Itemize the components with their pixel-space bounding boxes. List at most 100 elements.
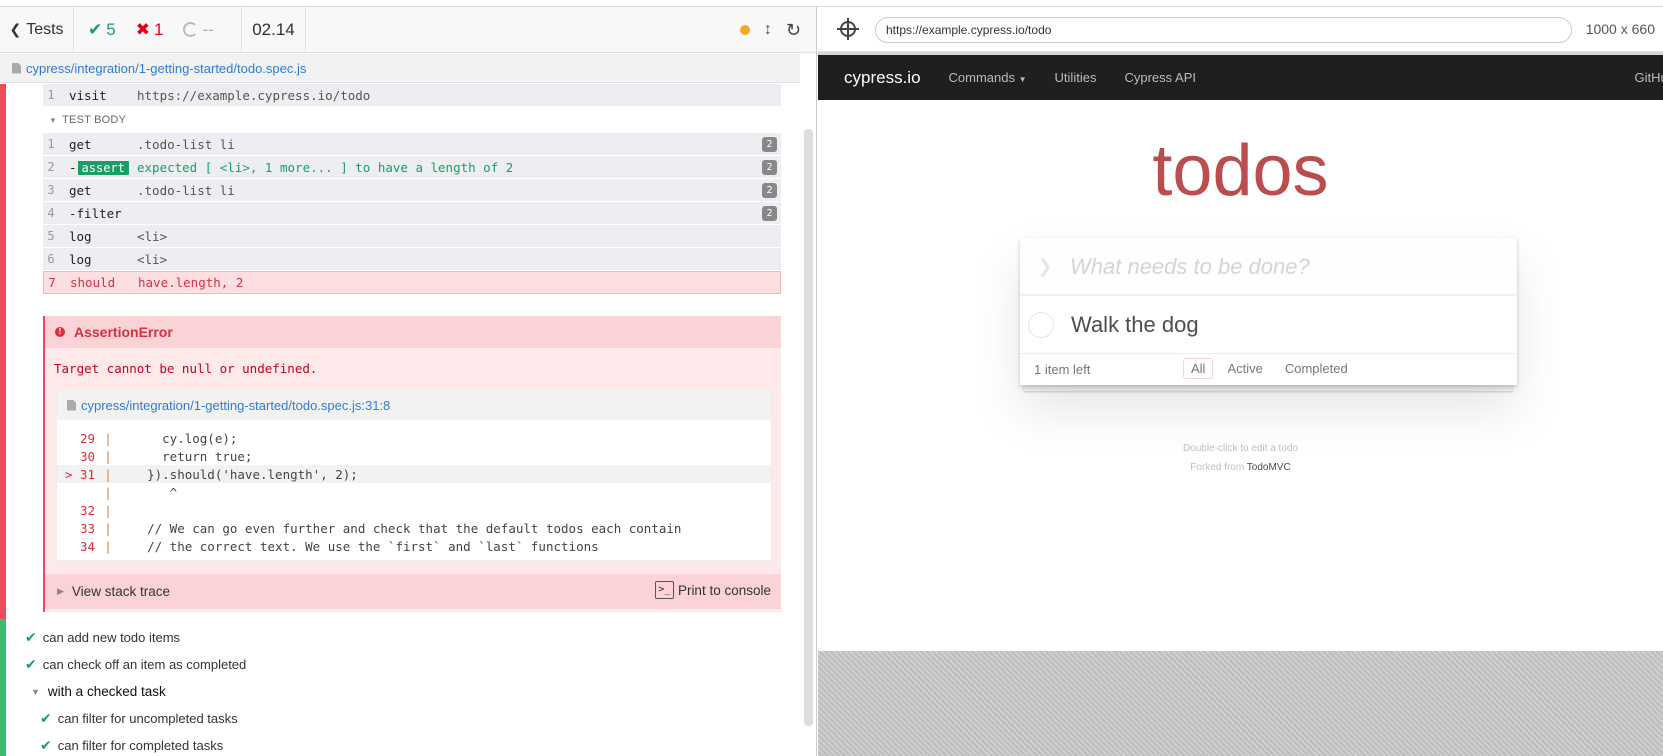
code-line: 33 | // We can go even further and check … [57, 519, 771, 537]
filter-active[interactable]: Active [1219, 358, 1270, 379]
code-text: }).should('have.length', 2); [117, 466, 358, 482]
pending-count: -- [202, 19, 214, 39]
url-field[interactable]: https://example.cypress.io/todo [875, 17, 1572, 43]
file-icon [12, 62, 21, 74]
passed-count: 5 [106, 19, 116, 39]
test-stats: ✔ 5 ✖ 1 -- [74, 7, 242, 53]
command-message: .todo-list li [137, 182, 235, 198]
reporter-scrollbar[interactable] [804, 129, 813, 726]
test-title: can filter for uncompleted tasks [57, 711, 238, 726]
test-title: can check off an item as completed [42, 657, 247, 672]
todos-heading: todos [1152, 131, 1329, 211]
duration: 02.14 [242, 7, 306, 53]
print-to-console-label: Print to console [677, 582, 771, 598]
nav-cypress-api[interactable]: Cypress API [1124, 70, 1196, 85]
test-item[interactable]: ✔ can add new todo items [25, 624, 785, 651]
nav-github[interactable]: GitHub [1635, 70, 1663, 85]
command-row[interactable]: 6 log <li> [43, 248, 781, 271]
nav-commands-label: Commands [948, 70, 1015, 85]
failed-test-stripe [0, 84, 6, 619]
failed-stat: ✖ 1 [136, 20, 164, 40]
code-text: cy.log(e); [117, 430, 238, 446]
suite-heading[interactable]: ▼ with a checked task [25, 678, 785, 705]
command-name: log [69, 228, 92, 244]
code-line: 34 | // the correct text. We use the `fir… [57, 537, 771, 555]
terminal-icon: >_ [654, 581, 674, 599]
failed-count: 1 [153, 19, 164, 39]
test-title: can filter for completed tasks [57, 738, 224, 753]
new-todo-input[interactable]: What needs to be done? [1070, 254, 1310, 280]
error-title-text: AssertionError [74, 324, 173, 340]
command-message: https://example.cypress.io/todo [137, 87, 371, 103]
code-line: 30 | return true; [57, 447, 771, 465]
gutter-pipe: | [104, 448, 112, 464]
app-under-test: cypress.io Commands ▼ Utilities Cypress … [818, 55, 1663, 651]
command-row-failed[interactable]: 7 should have.length, 2 [43, 271, 781, 294]
caret-down-icon: ▼ [31, 686, 40, 697]
running-indicator-icon [739, 25, 750, 35]
tests-button[interactable]: ❮ Tests [0, 7, 74, 53]
command-row[interactable]: 1 get .todo-list li 2 [43, 133, 781, 156]
test-item[interactable]: ✔ can filter for completed tasks [25, 732, 785, 756]
check-icon: ✔ [40, 710, 52, 726]
command-number: 4 [47, 206, 55, 220]
command-message: have.length, 2 [138, 275, 244, 290]
gutter-pipe: | [104, 430, 112, 446]
caret-right-icon: ▶ [57, 586, 64, 596]
spec-link[interactable]: cypress/integration/1-getting-started/to… [26, 61, 306, 76]
error-message: Target cannot be null or undefined. [54, 361, 318, 376]
selector-playground-icon[interactable] [837, 18, 859, 40]
auto-scroll-toggle-icon[interactable]: ↕ [764, 21, 772, 39]
todo-toggle-checkbox[interactable] [1028, 311, 1054, 338]
code-text: // the correct text. We use the `first` … [117, 538, 599, 554]
test-item[interactable]: ✔ can filter for uncompleted tasks [25, 705, 785, 732]
filter-completed[interactable]: Completed [1277, 358, 1356, 379]
todo-footer: 1 item left All Active Completed [1020, 354, 1517, 385]
line-number: 33 [79, 520, 95, 536]
reporter-header: ❮ Tests ✔ 5 ✖ 1 -- 02.14 ↕ ↻ [0, 7, 816, 53]
test-item[interactable]: ✔ can check off an item as completed [25, 651, 785, 678]
stack-trace-bar: ▶ View stack trace >_ Print to console [45, 574, 781, 609]
command-row[interactable]: 5 log <li> [43, 225, 781, 248]
todomvc-link[interactable]: TodoMVC [1247, 462, 1291, 473]
rerun-icon[interactable]: ↻ [786, 20, 801, 41]
command-row[interactable]: 1 visit https://example.cypress.io/todo [43, 84, 781, 107]
code-text: // We can go even further and check that… [117, 520, 682, 536]
print-to-console-button[interactable]: >_ Print to console [654, 581, 771, 599]
app-info: Double-click to edit a todo Forked from … [818, 439, 1663, 477]
browser-url-bar: https://example.cypress.io/todo 1000 x 6… [818, 7, 1663, 52]
reporter-pane: ❮ Tests ✔ 5 ✖ 1 -- 02.14 ↕ ↻ cypress/integ… [0, 7, 817, 756]
info-forked-text: Forked from [1190, 462, 1245, 473]
code-lines: 29 | cy.log(e); 30 | return true; > 31 | }).s… [57, 420, 771, 555]
code-frame-file-link[interactable]: cypress/integration/1-getting-started/to… [81, 398, 390, 413]
command-row[interactable]: 4 -filter 2 [43, 202, 781, 225]
spec-path-bar: cypress/integration/1-getting-started/to… [0, 54, 800, 83]
brand-link[interactable]: cypress.io [844, 68, 921, 88]
command-row[interactable]: 3 get .todo-list li 2 [43, 179, 781, 202]
test-body-label: TEST BODY [62, 114, 127, 126]
todo-item[interactable]: Walk the dog [1020, 296, 1517, 354]
command-dash: - [69, 159, 77, 175]
gutter-pipe: | [104, 538, 112, 554]
command-row-assert[interactable]: 2 - assert expected [ <li>, 1 more... ] t… [43, 156, 781, 179]
test-body-heading[interactable]: ▼ TEST BODY [43, 107, 781, 133]
command-name: get [69, 136, 92, 152]
check-icon: ✔ [40, 737, 52, 753]
toggle-all-chevron-icon[interactable]: ❯ [1020, 256, 1070, 277]
todo-label: Walk the dog [1071, 311, 1199, 337]
line-number: 32 [79, 502, 95, 518]
element-count-badge: 2 [762, 183, 777, 198]
command-number: 1 [47, 88, 55, 102]
nav-commands[interactable]: Commands ▼ [949, 70, 1027, 85]
line-number: > 31 [64, 466, 95, 482]
error-panel: ! AssertionError Target cannot be null o… [43, 316, 781, 612]
command-message: expected [ <li>, 1 more... ] to have a l… [137, 159, 514, 175]
file-icon [67, 399, 76, 411]
element-count-badge: 2 [762, 160, 777, 175]
pending-icon [183, 22, 199, 37]
nav-utilities[interactable]: Utilities [1055, 70, 1097, 85]
filter-all[interactable]: All [1183, 358, 1214, 379]
todo-card: ❯ What needs to be done? Walk the dog 1 … [1020, 238, 1517, 385]
line-number: 29 [79, 430, 95, 446]
view-stack-trace-toggle[interactable]: View stack trace [72, 584, 170, 599]
